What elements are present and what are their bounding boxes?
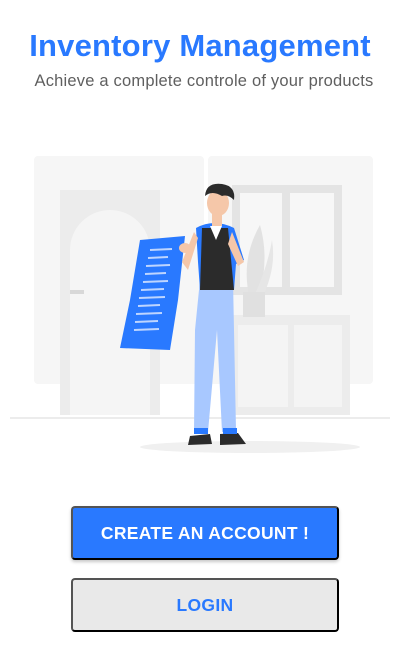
app-title: Inventory Management <box>29 28 371 63</box>
person-holding-receipt-illustration <box>10 156 390 453</box>
create-account-button[interactable]: CREATE AN ACCOUNT ! <box>71 506 339 560</box>
app-subtitle: Achieve a complete controle of your prod… <box>34 72 374 90</box>
login-button[interactable]: LOGIN <box>71 578 339 632</box>
